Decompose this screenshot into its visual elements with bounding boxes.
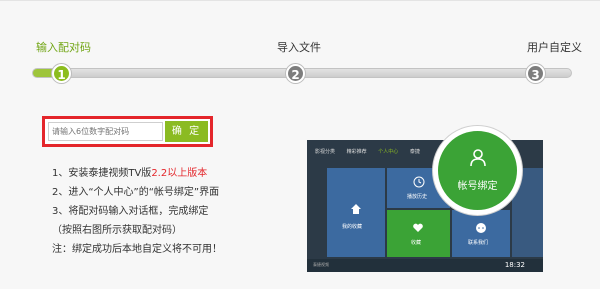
- tv-nav-item: 精彩推荐: [346, 149, 367, 155]
- pairing-form: 确 定: [42, 116, 213, 147]
- instruction-line-4: （按照右图所示获取配对码）: [52, 225, 182, 236]
- account-binding-label: 帐号绑定: [457, 181, 498, 192]
- tile-label: 播放历史: [407, 194, 428, 200]
- chat-icon: [476, 223, 486, 233]
- step-3-label: 用户自定义: [527, 41, 582, 54]
- home-icon: [351, 204, 361, 214]
- step-3-marker: 3: [526, 64, 545, 83]
- instructions: 1、安装泰捷视频TV版2.2以上版本 2、进入“个人中心”的“帐号绑定”界面 3…: [52, 164, 222, 259]
- instruction-note: 注：绑定成功后本地自定义将不可用！: [52, 244, 222, 255]
- instruction-1-text: 1、安装泰捷视频TV版: [52, 168, 152, 179]
- tile-label: 收藏: [411, 240, 422, 246]
- instruction-line-3: 3、将配对码输入对话框，完成绑定: [52, 206, 209, 217]
- pairing-panel: 输入配对码 导入文件 用户自定义 1 2 3 确 定 1、安装泰捷视频TV版2.…: [0, 0, 600, 289]
- instruction-line-1: 1、安装泰捷视频TV版2.2以上版本: [52, 164, 222, 183]
- confirm-button[interactable]: 确 定: [165, 121, 208, 142]
- step-2-label: 导入文件: [277, 41, 321, 54]
- tv-nav-item-selected: 个人中心: [378, 149, 399, 155]
- tv-nav-item: 泰捷: [409, 149, 420, 155]
- tile-favorites: 我的收藏: [327, 168, 385, 257]
- clock-icon: [413, 176, 425, 188]
- step-2-marker: 2: [286, 64, 305, 83]
- tile-contact: 联系我们: [452, 210, 510, 257]
- user-icon: [470, 149, 486, 167]
- heart-icon: [413, 223, 423, 232]
- tv-nav: 影视分类 精彩推荐 个人中心 泰捷: [315, 148, 430, 155]
- tv-brand: 泰捷视频: [313, 262, 329, 267]
- step-1-label: 输入配对码: [36, 41, 91, 54]
- tile-collect: 收藏: [387, 210, 450, 257]
- pairing-code-input[interactable]: [48, 122, 163, 141]
- tv-status-bar: 泰捷视频 18:32: [307, 259, 543, 272]
- tile-label: 我的收藏: [342, 224, 363, 230]
- instruction-line-2: 2、进入“个人中心”的“帐号绑定”界面: [52, 187, 220, 198]
- tv-nav-item: 影视分类: [315, 149, 336, 155]
- account-binding-highlight: 帐号绑定: [433, 126, 522, 215]
- tile-label: 联系我们: [468, 240, 489, 246]
- step-1-marker: 1: [52, 64, 71, 83]
- tv-clock: 18:32: [504, 261, 525, 269]
- version-highlight: 2.2以上版本: [151, 168, 208, 179]
